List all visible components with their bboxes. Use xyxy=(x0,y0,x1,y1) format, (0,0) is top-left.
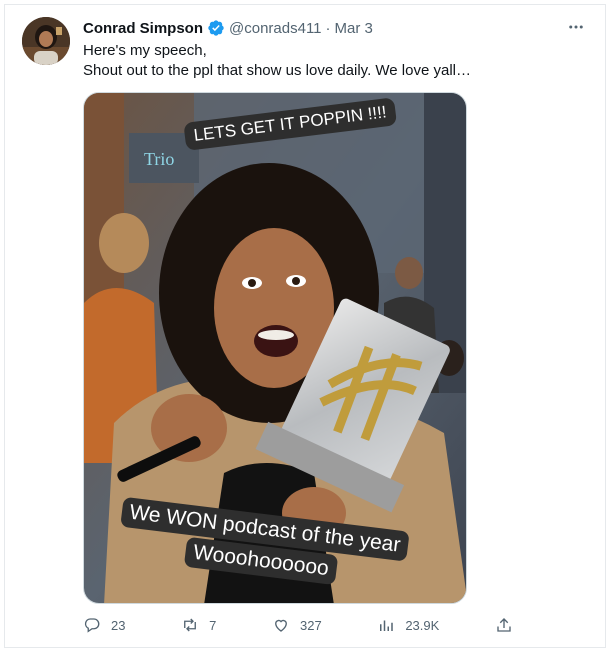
views-count: 23.9K xyxy=(405,617,440,633)
views-button[interactable]: 23.9K xyxy=(377,616,439,634)
reply-icon xyxy=(84,618,100,633)
header-separator: · xyxy=(325,19,331,37)
like-button[interactable]: 327 xyxy=(272,616,322,634)
reply-button[interactable]: 23 xyxy=(83,616,125,634)
tweet-actions-bar: 23 7 327 23.9K xyxy=(83,614,513,636)
more-options-icon[interactable] xyxy=(564,15,588,39)
author-handle[interactable]: @conrads411 xyxy=(229,20,322,37)
author-avatar[interactable] xyxy=(22,17,70,65)
tweet-text-line-2: Shout out to the ppl that show us love d… xyxy=(83,62,471,79)
author-name[interactable]: Conrad Simpson xyxy=(83,20,203,37)
tweet-header: Conrad Simpson @conrads411 · Mar 3 xyxy=(83,18,373,38)
tweet-text-line-1: Here's my speech, xyxy=(83,42,207,59)
repost-button[interactable]: 7 xyxy=(181,616,216,634)
tweet-text: Here's my speech, Shout out to the ppl t… xyxy=(83,41,583,81)
share-icon xyxy=(497,618,511,632)
reply-count: 23 xyxy=(111,617,126,633)
like-icon xyxy=(275,619,287,632)
like-count: 327 xyxy=(299,617,322,633)
share-button[interactable] xyxy=(495,616,513,634)
views-icon xyxy=(380,620,394,631)
verified-badge-icon xyxy=(208,20,224,36)
repost-count: 7 xyxy=(209,617,217,633)
tweet-date[interactable]: Mar 3 xyxy=(335,20,373,37)
repost-icon xyxy=(184,618,197,632)
svg-text:Trio: Trio xyxy=(144,149,174,169)
